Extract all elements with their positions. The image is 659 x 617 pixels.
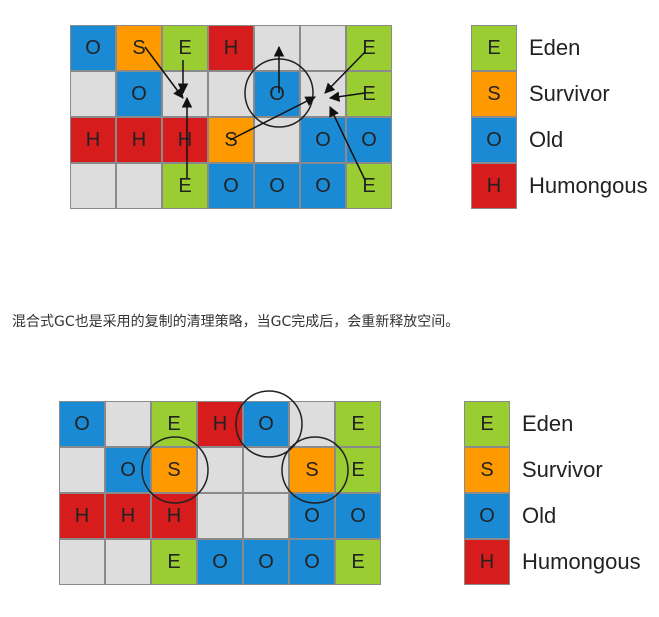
region-old-r0-c0: O [70, 25, 116, 71]
region-old-r3-c5: O [300, 163, 346, 209]
region-eden-r0-c2: E [162, 25, 208, 71]
region-empty-r3-c1 [105, 539, 151, 585]
region-old-r3-c3: O [208, 163, 254, 209]
region-empty-r3-c1 [116, 163, 162, 209]
region-old-r1-c1: O [116, 71, 162, 117]
region-eden-r3-c6: E [346, 163, 392, 209]
region-empty-r1-c3 [197, 447, 243, 493]
legend-swatch-humongous: H [471, 163, 517, 209]
region-humongous-r2-c0: H [70, 117, 116, 163]
region-humongous-r2-c2: H [151, 493, 197, 539]
region-eden-r1-c6: E [335, 447, 381, 493]
region-empty-r0-c1 [105, 401, 151, 447]
region-empty-r2-c3 [197, 493, 243, 539]
region-humongous-r2-c1: H [105, 493, 151, 539]
legend-swatch-eden: E [464, 401, 510, 447]
region-empty-r1-c3 [208, 71, 254, 117]
region-survivor-r1-c2: S [151, 447, 197, 493]
region-empty-r0-c5 [300, 25, 346, 71]
legend-swatch-old: O [471, 117, 517, 163]
region-eden-r3-c6: E [335, 539, 381, 585]
heap-grid-after: OEHOEOSSEHHHOOEOOOE [59, 401, 381, 585]
region-old-r1-c4: O [254, 71, 300, 117]
heap-grid-before: OSEHEOOEHHHSOOEOOOE [70, 25, 392, 209]
region-survivor-r0-c1: S [116, 25, 162, 71]
region-eden-r3-c2: E [162, 163, 208, 209]
region-empty-r1-c5 [300, 71, 346, 117]
legend-label-humongous: Humongous [529, 173, 648, 198]
region-old-r2-c5: O [289, 493, 335, 539]
legend-label-eden: Eden [529, 35, 581, 60]
region-old-r2-c6: O [346, 117, 392, 163]
region-old-r2-c6: O [335, 493, 381, 539]
region-eden-r0-c6: E [335, 401, 381, 447]
region-old-r0-c0: O [59, 401, 105, 447]
legend-label-old: Old [522, 503, 557, 528]
region-eden-r0-c6: E [346, 25, 392, 71]
region-eden-r1-c6: E [346, 71, 392, 117]
region-old-r3-c4: O [254, 163, 300, 209]
region-old-r3-c3: O [197, 539, 243, 585]
region-empty-r1-c0 [70, 71, 116, 117]
region-empty-r1-c0 [59, 447, 105, 493]
region-empty-r1-c2 [162, 71, 208, 117]
region-empty-r1-c4 [243, 447, 289, 493]
region-humongous-r2-c2: H [162, 117, 208, 163]
legend-label-eden: Eden [522, 411, 574, 436]
region-empty-r2-c4 [243, 493, 289, 539]
region-empty-r3-c0 [70, 163, 116, 209]
region-old-r2-c5: O [300, 117, 346, 163]
region-old-r0-c4: O [243, 401, 289, 447]
region-humongous-r2-c0: H [59, 493, 105, 539]
region-empty-r0-c4 [254, 25, 300, 71]
region-humongous-r0-c3: H [208, 25, 254, 71]
region-survivor-r1-c5: S [289, 447, 335, 493]
region-eden-r0-c2: E [151, 401, 197, 447]
region-old-r1-c1: O [105, 447, 151, 493]
region-empty-r0-c5 [289, 401, 335, 447]
region-empty-r2-c4 [254, 117, 300, 163]
region-humongous-r2-c1: H [116, 117, 162, 163]
region-empty-r3-c0 [59, 539, 105, 585]
region-eden-r3-c2: E [151, 539, 197, 585]
caption-text: 混合式GC也是采用的复制的清理策略，当GC完成后，会重新释放空间。 [12, 314, 460, 330]
legend-swatch-survivor: S [471, 71, 517, 117]
legend-label-survivor: Survivor [522, 457, 603, 482]
region-humongous-r0-c3: H [197, 401, 243, 447]
legend-swatch-humongous: H [464, 539, 510, 585]
legend-label-humongous: Humongous [522, 549, 641, 574]
legend-swatch-eden: E [471, 25, 517, 71]
region-old-r3-c5: O [289, 539, 335, 585]
legend-label-survivor: Survivor [529, 81, 610, 106]
region-old-r3-c4: O [243, 539, 289, 585]
legend-label-old: Old [529, 127, 564, 152]
legend-swatch-survivor: S [464, 447, 510, 493]
region-survivor-r2-c3: S [208, 117, 254, 163]
legend-swatch-old: O [464, 493, 510, 539]
